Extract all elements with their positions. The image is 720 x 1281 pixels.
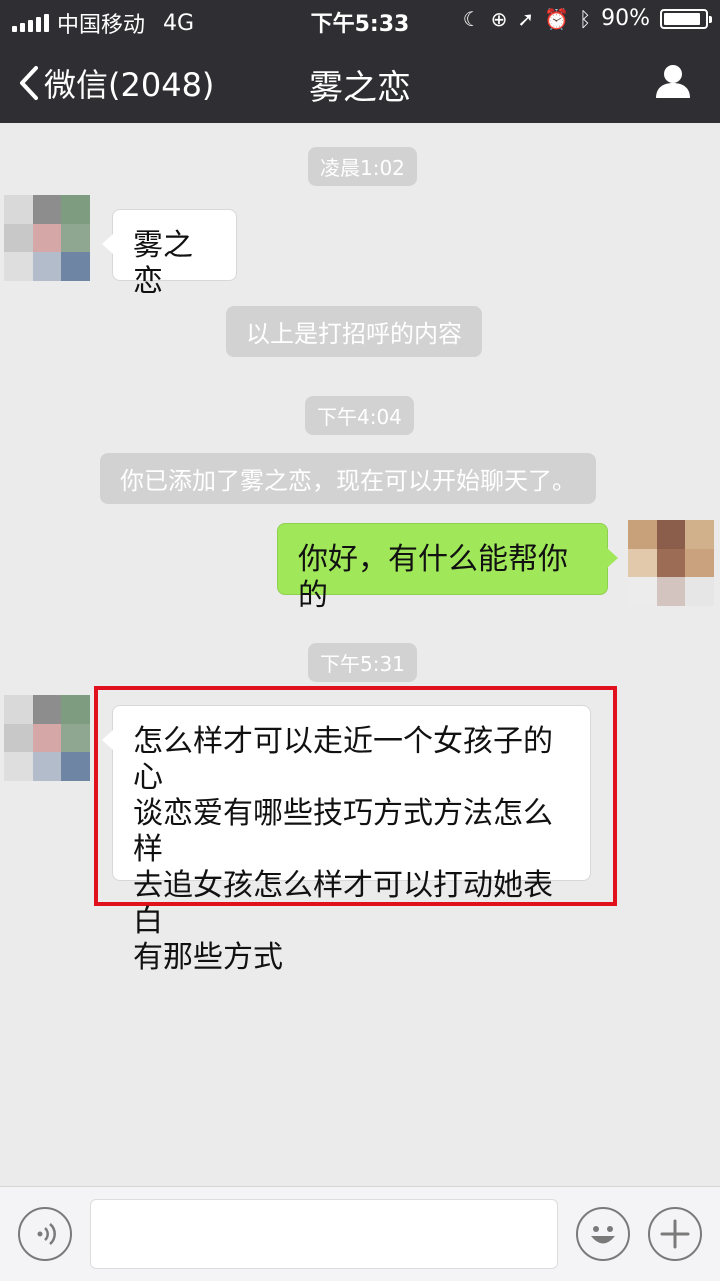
message-line: 谈恋爱有哪些技巧方式方法怎么样	[133, 796, 553, 867]
battery-icon	[660, 8, 712, 29]
plus-button[interactable]	[648, 1207, 702, 1261]
message-text: 雾之恋	[133, 228, 193, 299]
voice-icon	[37, 1223, 56, 1245]
message-line: 有那些方式	[133, 940, 283, 975]
chat-title: 雾之恋	[309, 68, 411, 108]
timestamp: 下午4:04	[305, 396, 414, 435]
message-text: 你好，有什么能帮你的	[298, 542, 568, 613]
message-line: 去追女孩怎么样才可以打动她表白	[133, 868, 553, 939]
profile-button[interactable]	[654, 62, 692, 104]
location-icon: ➚	[517, 6, 535, 31]
bluetooth-icon: ᛒ	[579, 6, 592, 31]
system-message: 以上是打招呼的内容	[226, 306, 482, 357]
rotation-lock-icon: ⊕	[490, 6, 508, 31]
emoji-button[interactable]	[576, 1207, 630, 1261]
message-bubble[interactable]: 雾之恋	[102, 209, 237, 299]
plus-icon	[660, 1219, 690, 1249]
my-message-bubble[interactable]: 你好，有什么能帮你的	[277, 523, 618, 613]
nav-bar: 微信(2048) 雾之恋	[0, 40, 720, 123]
message-input[interactable]	[90, 1199, 558, 1269]
message-bubble[interactable]: 怎么样才可以走近一个女孩子的心 谈恋爱有哪些技巧方式方法怎么样 去追女孩怎么样才…	[102, 705, 591, 975]
status-bar: 中国移动 4G 下午5:33 ☾ ⊕ ➚ ⏰ ᛒ 90%	[0, 0, 720, 40]
chat-area[interactable]: 凌晨1:02 雾之恋 以上是打招呼的内容 下午4:04 你已添加了雾之恋，现在可…	[0, 123, 720, 1186]
battery-percent: 90%	[601, 6, 650, 31]
timestamp: 下午5:31	[308, 643, 417, 682]
status-right: ☾ ⊕ ➚ ⏰ ᛒ 90%	[462, 6, 712, 31]
system-message: 你已添加了雾之恋，现在可以开始聊天了。	[100, 453, 596, 504]
moon-icon: ☾	[462, 6, 481, 31]
timestamp: 凌晨1:02	[308, 147, 417, 186]
alarm-icon: ⏰	[544, 6, 570, 31]
input-bar	[0, 1186, 720, 1281]
contact-avatar[interactable]	[4, 695, 90, 781]
message-line: 怎么样才可以走近一个女孩子的心	[133, 724, 553, 795]
person-icon	[656, 65, 690, 98]
voice-button[interactable]	[18, 1207, 72, 1261]
contact-avatar[interactable]	[4, 195, 90, 281]
emoji-icon	[591, 1226, 615, 1244]
my-avatar[interactable]	[628, 520, 714, 606]
